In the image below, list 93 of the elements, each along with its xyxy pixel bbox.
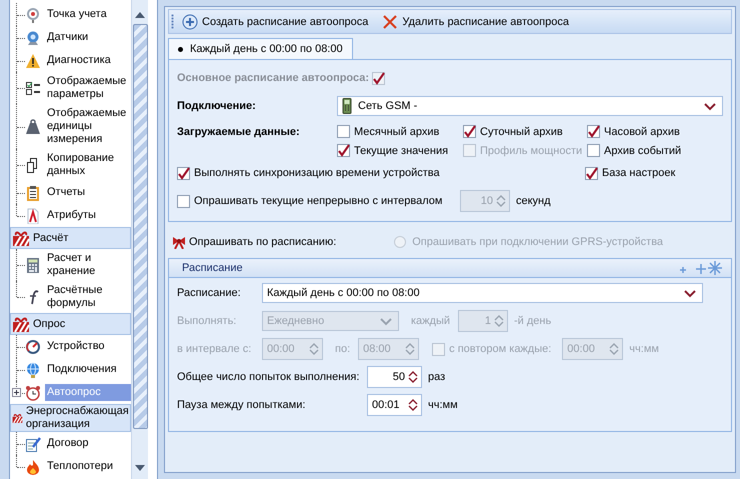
tree-item[interactable]: Атрибуты [45,207,131,224]
checkbox-label: Суточный архив [480,126,563,138]
tree-item[interactable]: Расчет и хранение [45,250,131,280]
checkbox[interactable] [372,72,386,84]
dropdown-icon[interactable] [684,288,696,298]
label: каждый [411,315,450,327]
unit-label: раз [428,371,446,383]
tree-item[interactable]: Расчётные формулы [45,282,131,312]
checklist-icon [25,80,41,96]
checkbox[interactable] [337,144,350,157]
checkbox-label: Опрашивать текущие непрерывно с интервалом [194,195,442,207]
alarm-clock-icon [25,384,41,400]
tree-item[interactable]: Отчеты [45,184,131,201]
tree-item[interactable]: Подключения [45,361,131,378]
target-icon [25,6,41,22]
dropdown-field[interactable]: Каждый день с 00:00 по 08:00 [262,283,703,303]
tree-item[interactable]: Точка учета [45,6,131,23]
flame-icon [25,458,41,474]
scroll-down-icon[interactable] [135,465,145,471]
label: Выполнять: [177,315,238,327]
scrollbar-thumb[interactable] [132,24,148,429]
label: Загружаемые данные: [177,125,301,138]
tree-item[interactable]: Отображаемые параметры [45,73,131,103]
spin-arrows-icon[interactable] [408,399,418,411]
group-header[interactable]: Опрос [10,313,131,335]
tree-item[interactable]: Диагностика [45,52,131,69]
toolbar-grip[interactable] [171,14,174,29]
checkbox-label: Месячный архив [354,126,440,138]
gift-icon [12,316,30,332]
add-icon [182,14,198,30]
checkbox-label: Выполнять синхронизацию времени устройства [194,167,440,179]
checkbox[interactable] [585,166,598,180]
label: по: [335,343,350,355]
toolbar-button[interactable]: Создать расписание автоопроса [176,11,374,32]
group-header-label: Энергоснабжающая организация [26,405,129,431]
panel-title: Расписание [182,262,243,274]
tree-item[interactable]: Договор [45,435,131,452]
checkbox[interactable] [587,144,600,157]
tab[interactable]: Каждый день с 00:00 по 08:00 [168,38,353,59]
checkbox[interactable] [463,125,476,138]
checkbox-label: Профиль мощности [480,144,582,156]
unit-label: -й день [514,315,552,327]
label: Пауза между попытками: [177,399,306,411]
label: в интервале с: [177,343,252,355]
tree-item[interactable]: Теплопотери [45,458,131,475]
tree-item[interactable]: Датчики [45,29,131,46]
label: Подключение: [177,100,257,112]
radio-label: Опрашивать при подключении GPRS-устройства [412,236,664,248]
toolbar-button[interactable]: Удалить расписание автоопроса [376,11,575,32]
label: Расписание: [177,287,242,299]
clipboard-icon [25,184,41,200]
calculator-icon [25,257,41,273]
spin-field[interactable]: 50 [367,366,422,388]
checkbox-label: с повтором каждые: [449,343,552,355]
group-header[interactable]: Расчёт [10,227,131,249]
gift-icon [12,230,30,246]
weight-icon [25,118,41,134]
label: Основное расписание автоопроса: [177,72,370,84]
spin-field[interactable]: 00:01 [367,394,422,416]
dropdown-icon[interactable] [704,102,716,110]
snowflake-drawing [679,259,723,277]
close-icon [382,14,398,30]
unit-label: секунд [516,195,551,207]
checkbox[interactable] [587,125,600,138]
tree-item[interactable]: Копирование данных [45,150,131,180]
gauge-icon [25,338,41,354]
webcam-icon [25,30,41,46]
bow-icon [172,235,186,249]
scroll-up-icon[interactable] [135,12,145,18]
label: Общее число попыток выполнения: [177,371,360,383]
dropdown-field[interactable]: Сеть GSM - [337,96,723,116]
phone-icon [342,98,352,114]
checkbox-label: Часовой архив [604,126,680,138]
group-header[interactable]: Энергоснабжающая организация [10,404,131,432]
checkbox-label: База настроек [602,167,676,179]
tree-item[interactable]: Отображаемые единицы измерения [45,105,131,148]
label: Опрашивать по расписанию: [189,236,336,248]
globe-icon [25,362,41,378]
checkbox-label: Текущие значения [354,144,448,156]
checkbox[interactable] [177,166,190,180]
tree-item[interactable]: Устройство [45,338,131,355]
group-header-label: Расчёт [33,232,68,244]
group-header-label: Опрос [33,318,66,330]
scrollbar[interactable] [131,0,148,479]
unit-label: чч:мм [629,343,659,355]
document-icon [25,208,41,224]
warning-icon [25,52,41,68]
checkbox[interactable] [337,125,350,138]
notepad-icon [25,436,41,452]
expand-icon[interactable] [12,388,21,397]
spin-arrows-icon[interactable] [408,371,418,383]
checkbox-label: Архив событий [604,144,682,156]
unit-label: чч:мм [428,399,458,411]
